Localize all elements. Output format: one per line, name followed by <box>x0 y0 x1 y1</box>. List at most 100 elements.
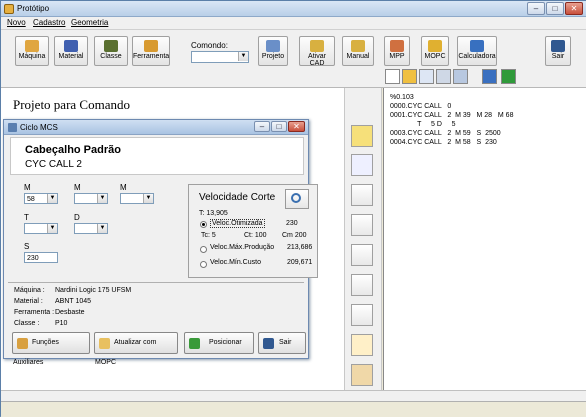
dialog-title: Ciclo MCS <box>20 123 58 132</box>
code-line: T 5 D 5 <box>390 121 456 128</box>
ativar-cad-button[interactable]: Ativar CAD <box>299 36 335 67</box>
t-text: T: 13,905 <box>199 210 228 217</box>
velocidade-panel: Velocidade Corte T: 13,905 Veloc.Otimiza… <box>188 184 318 278</box>
otimizada-value: 230 <box>286 220 298 227</box>
mincusto-radio[interactable] <box>200 261 207 268</box>
atualizar-mopc-button[interactable]: Atualizar com MOPC <box>94 332 178 366</box>
m1-select[interactable]: 58 ▼ <box>24 193 58 204</box>
m2-select[interactable]: ▼ <box>74 193 108 204</box>
arrow-right-icon <box>189 338 200 349</box>
cut-icon[interactable] <box>436 69 451 84</box>
chevron-down-icon[interactable]: ▼ <box>47 224 57 233</box>
mpp-button[interactable]: MPP <box>384 36 410 66</box>
m1-label: M <box>24 183 31 192</box>
material-icon <box>64 40 78 52</box>
manual-label: Manual <box>346 53 370 60</box>
mog-icon[interactable] <box>351 154 373 176</box>
menu-novo[interactable]: Novo <box>7 18 26 27</box>
maxprod-value: 213,686 <box>287 244 313 251</box>
chart-icon <box>390 40 404 52</box>
code-line: 0003.CYC CALL 2 M 59 S 2500 <box>390 130 501 137</box>
search-icon <box>291 193 301 203</box>
new-file-icon[interactable] <box>385 69 400 84</box>
ativar-cad-label: Ativar CAD <box>308 53 326 67</box>
t-label: T <box>24 213 29 222</box>
m1-value: 58 <box>27 196 35 203</box>
axis-icon[interactable] <box>351 244 373 266</box>
refresh-icon[interactable] <box>482 69 497 84</box>
command-select[interactable]: ▼ <box>191 51 249 63</box>
path-icon[interactable] <box>351 304 373 326</box>
maxprod-label[interactable]: Veloc.Máx.Produção <box>210 244 274 251</box>
search-button[interactable] <box>285 189 309 209</box>
dialog-minimize-button[interactable]: – <box>254 121 270 132</box>
otimizada-radio[interactable] <box>200 221 207 228</box>
dialog-close-button[interactable]: ✕ <box>288 121 305 132</box>
pair-icon[interactable] <box>351 334 373 356</box>
m2-label: M <box>74 183 81 192</box>
maquina-button[interactable]: Máquina <box>15 36 49 66</box>
chevron-down-icon[interactable]: ▼ <box>97 194 107 203</box>
step-icon[interactable] <box>351 214 373 236</box>
bars-icon[interactable] <box>351 274 373 296</box>
open-folder-icon[interactable] <box>402 69 417 84</box>
dialog-maximize-button[interactable]: □ <box>271 121 287 132</box>
dialog-subheading: CYC CALL 2 <box>25 159 82 170</box>
s-label: S <box>24 242 30 251</box>
classe-info-value: P10 <box>55 320 68 327</box>
maquina-info-label: Máquina : <box>14 287 45 294</box>
title-bar: Protótipo – □ ✕ <box>1 1 586 17</box>
classe-button[interactable]: Classe <box>94 36 128 66</box>
material-button[interactable]: Material <box>54 36 88 66</box>
projeto-button[interactable]: Projeto <box>258 36 288 66</box>
close-button[interactable]: ✕ <box>565 2 583 15</box>
ferramenta-info-label: Ferramenta : <box>14 309 55 316</box>
mpp-label: MPP <box>389 53 405 60</box>
menu-geometria[interactable]: Geometria <box>71 18 108 27</box>
maquina-info-value: Nardini Logic 175 UFSM <box>55 287 132 294</box>
maxprod-radio[interactable] <box>200 246 207 253</box>
sair-toolbar-button[interactable]: Sair <box>545 36 571 66</box>
s-input[interactable]: 230 <box>24 252 58 263</box>
curve-icon[interactable] <box>351 184 373 206</box>
tc-text: Tc: 5 <box>201 232 216 239</box>
ferramenta-button[interactable]: Ferramenta <box>132 36 170 66</box>
sair-button[interactable]: Sair <box>258 332 306 354</box>
save-icon[interactable] <box>501 69 516 84</box>
mincusto-value: 209,671 <box>287 259 313 266</box>
code-line: 0004.CYC CALL 2 M 58 S 230 <box>390 139 497 146</box>
chevron-down-icon[interactable]: ▼ <box>47 194 57 203</box>
tool-icon <box>144 40 158 52</box>
ferramenta-info-value: Desbaste <box>55 309 85 316</box>
otimizada-label[interactable]: Veloc.Otimizada <box>210 219 265 228</box>
manual-button[interactable]: Manual <box>342 36 374 66</box>
minimize-button[interactable]: – <box>527 2 545 15</box>
code-editor[interactable]: %0.103 0000.CYC CALL 0 0001.CYC CALL 2 M… <box>383 88 586 390</box>
maximize-button[interactable]: □ <box>546 2 564 15</box>
d-select[interactable]: ▼ <box>74 223 108 234</box>
ferramenta-label: Ferramenta <box>133 53 170 60</box>
menu-cadastro[interactable]: Cadastro <box>33 18 65 27</box>
paste-icon[interactable] <box>453 69 468 84</box>
calculadora-button[interactable]: Calculadora <box>457 36 497 66</box>
nc-icon[interactable] <box>351 125 373 147</box>
dialog-title-bar: Ciclo MCS – □ ✕ <box>4 120 308 135</box>
mincusto-label[interactable]: Veloc.Mín.Custo <box>210 259 261 266</box>
funcoes-auxiliares-button[interactable]: Funções Auxiliares <box>12 332 90 366</box>
t-select[interactable]: ▼ <box>24 223 58 234</box>
posicionar-button[interactable]: Posicionar <box>184 332 254 354</box>
exit-door-icon <box>263 338 274 349</box>
chevron-down-icon[interactable]: ▼ <box>97 224 107 233</box>
horizontal-scrollbar[interactable] <box>1 390 586 401</box>
project-title: Projeto para Comando <box>13 97 130 112</box>
classe-info-label: Classe : <box>14 320 40 327</box>
code-line: 0001.CYC CALL 2 M 39 M 28 M 68 <box>390 112 514 119</box>
chevron-down-icon[interactable]: ▼ <box>143 194 153 203</box>
ct-text: Ct: 100 <box>244 232 267 239</box>
mopc-button[interactable]: MOPC <box>421 36 449 66</box>
copy-icon[interactable] <box>419 69 434 84</box>
sair-toolbar-label: Sair <box>551 53 565 60</box>
chevron-down-icon[interactable]: ▼ <box>238 52 248 61</box>
clipboard-icon[interactable] <box>351 364 373 386</box>
m3-select[interactable]: ▼ <box>120 193 154 204</box>
